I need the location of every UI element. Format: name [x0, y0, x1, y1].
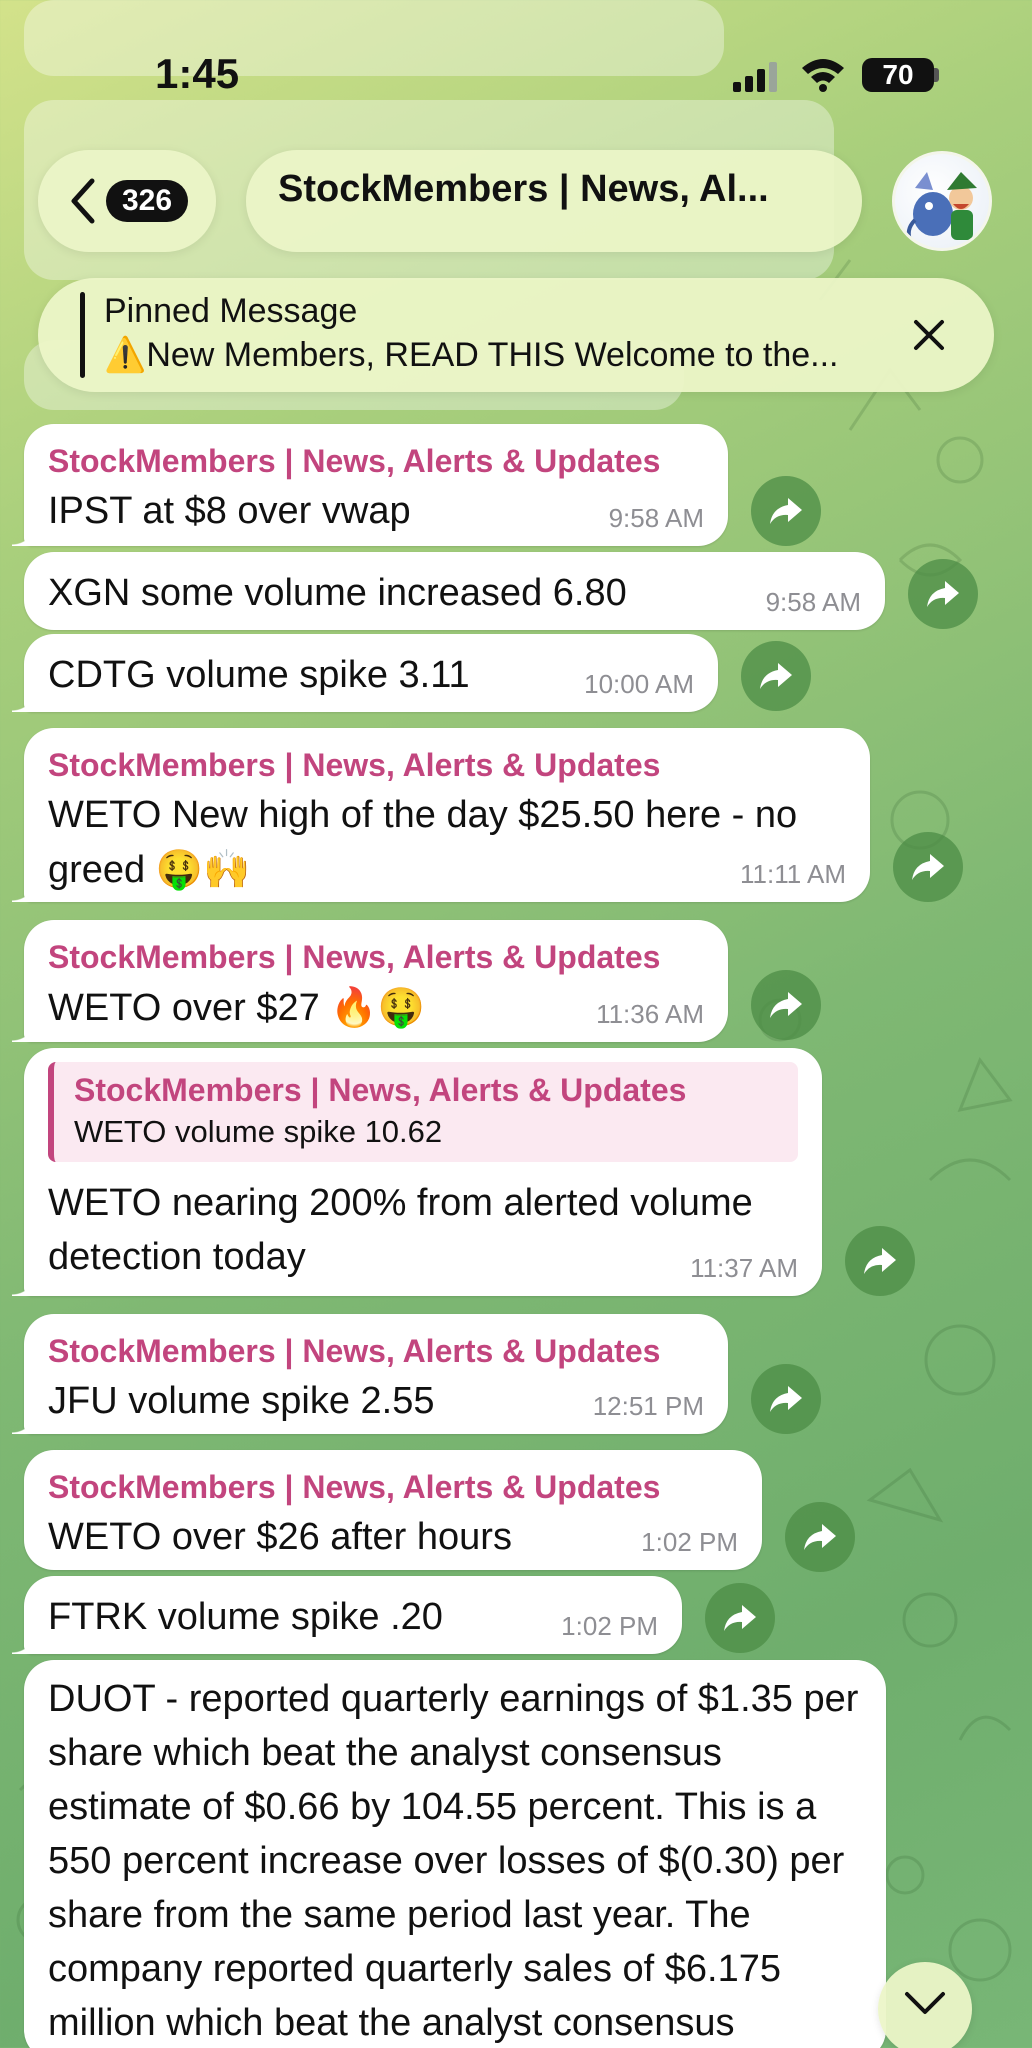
message-text: IPST at $8 over vwap: [48, 490, 411, 532]
message-time: 11:11 AM: [740, 859, 846, 889]
wifi-icon: [802, 59, 844, 92]
chevron-down-icon: [905, 1992, 945, 2014]
message-time: 11:37 AM: [690, 1253, 798, 1283]
message-bubble[interactable]: DUOT - reported quarterly earnings of $1…: [24, 1660, 886, 2048]
message-sender: StockMembers | News, Alerts & Updates: [48, 1333, 661, 1369]
forward-arrow-icon: [770, 498, 802, 524]
share-button[interactable]: [785, 1502, 855, 1572]
message-time: 1:02 PM: [561, 1611, 658, 1641]
status-bar: 1:45 70: [0, 0, 1032, 150]
chat-title-button[interactable]: StockMembers | News, Al...: [246, 150, 862, 252]
reply-text: WETO volume spike 10.62: [74, 1114, 443, 1149]
pinned-text: ⚠️New Members, READ THIS Welcome to the.…: [104, 336, 839, 374]
battery-indicator: 70: [862, 58, 934, 92]
message-bubble[interactable]: StockMembers | News, Alerts & Updates WE…: [24, 1450, 762, 1570]
forward-arrow-icon: [770, 992, 802, 1018]
message-bubble[interactable]: StockMembers | News, Alerts & Updates JF…: [12, 1314, 728, 1434]
share-button[interactable]: [893, 832, 963, 902]
share-button[interactable]: [845, 1226, 915, 1296]
cellular-signal-icon: [733, 62, 777, 92]
unread-count-badge: 326: [106, 180, 189, 222]
forward-arrow-icon: [770, 1386, 802, 1412]
forward-arrow-icon: [927, 581, 959, 607]
message-emoji: 🤑🙌: [155, 847, 251, 891]
forward-arrow-icon: [912, 854, 944, 880]
reply-sender: StockMembers | News, Alerts & Updates: [74, 1072, 687, 1108]
pinned-message-banner[interactable]: Pinned Message ⚠️New Members, READ THIS …: [38, 278, 994, 392]
message-text: XGN some volume increased 6.80: [48, 572, 627, 614]
share-button[interactable]: [751, 1364, 821, 1434]
message-sender: StockMembers | News, Alerts & Updates: [48, 939, 661, 975]
message-bubble[interactable]: StockMembers | News, Alerts & Updates WE…: [12, 728, 870, 902]
message-sender: StockMembers | News, Alerts & Updates: [48, 747, 661, 783]
status-time: 1:45: [155, 50, 240, 97]
scroll-to-bottom-button[interactable]: [878, 1962, 972, 2048]
message-bubble[interactable]: FTRK volume spike .20 1:02 PM: [12, 1576, 682, 1654]
message-text: DUOT - reported quarterly earnings of $1…: [48, 1678, 859, 2044]
chevron-left-icon: [71, 178, 95, 224]
message-sender: StockMembers | News, Alerts & Updates: [48, 443, 661, 479]
close-icon[interactable]: [910, 316, 948, 354]
forward-arrow-icon: [724, 1605, 756, 1631]
message-sender: StockMembers | News, Alerts & Updates: [48, 1469, 661, 1505]
message-time: 9:58 AM: [765, 587, 861, 617]
message-text: WETO New high of the day $25.50 here - n…: [48, 788, 858, 897]
message-text: WETO over $26 after hours: [48, 1516, 512, 1558]
message-time: 12:51 PM: [592, 1391, 704, 1421]
forward-arrow-icon: [864, 1248, 896, 1274]
share-button[interactable]: [908, 559, 978, 629]
message-emoji: 🔥🤑: [330, 985, 425, 1029]
message-bubble[interactable]: StockMembers | News, Alerts & Updates WE…: [12, 1048, 822, 1296]
battery-tip: [934, 68, 939, 82]
share-button[interactable]: [705, 1583, 775, 1653]
reply-quote[interactable]: StockMembers | News, Alerts & Updates WE…: [48, 1062, 798, 1162]
message-bubble[interactable]: StockMembers | News, Alerts & Updates IP…: [12, 424, 728, 546]
message-bubble[interactable]: CDTG volume spike 3.11 10:00 AM: [12, 634, 718, 712]
message-time: 1:02 PM: [641, 1527, 738, 1557]
message-bubble[interactable]: StockMembers | News, Alerts & Updates WE…: [12, 920, 728, 1042]
channel-avatar[interactable]: [892, 151, 992, 251]
cartoon-characters-icon: [906, 172, 977, 243]
pinned-label: Pinned Message: [104, 292, 358, 330]
message-time: 9:58 AM: [608, 503, 704, 533]
message-time: 11:36 AM: [596, 999, 704, 1029]
share-button[interactable]: [751, 476, 821, 546]
message-bubble[interactable]: XGN some volume increased 6.80 9:58 AM: [24, 552, 885, 630]
forward-arrow-icon: [760, 663, 792, 689]
back-button[interactable]: 326: [38, 150, 216, 252]
share-button[interactable]: [751, 970, 821, 1040]
chat-title: StockMembers | News, Al...: [278, 168, 769, 210]
share-button[interactable]: [741, 641, 811, 711]
pinned-indicator-bar: [80, 292, 85, 378]
message-time: 10:00 AM: [584, 669, 694, 699]
message-text-content: WETO over $27: [48, 987, 320, 1029]
forward-arrow-icon: [804, 1524, 836, 1550]
